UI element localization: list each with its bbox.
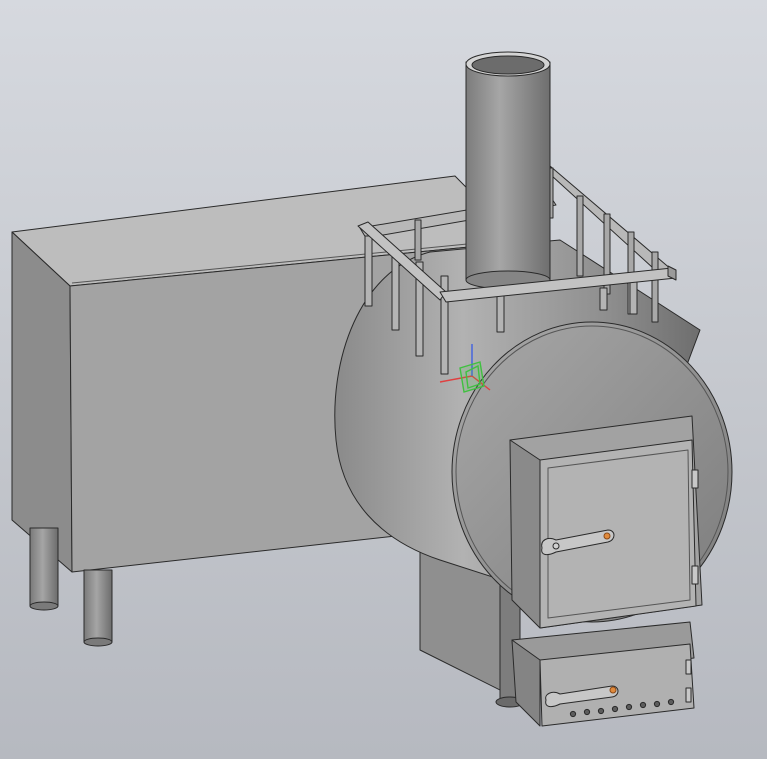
door-hinge-bottom <box>691 565 699 585</box>
firebox-door[interactable] <box>509 415 703 629</box>
chimney-pipe[interactable] <box>465 51 551 290</box>
model-canvas[interactable] <box>0 0 767 759</box>
door-hinge-top <box>691 469 699 489</box>
ash-pit-drawer[interactable] <box>511 621 695 727</box>
cad-viewport[interactable] <box>0 0 767 759</box>
